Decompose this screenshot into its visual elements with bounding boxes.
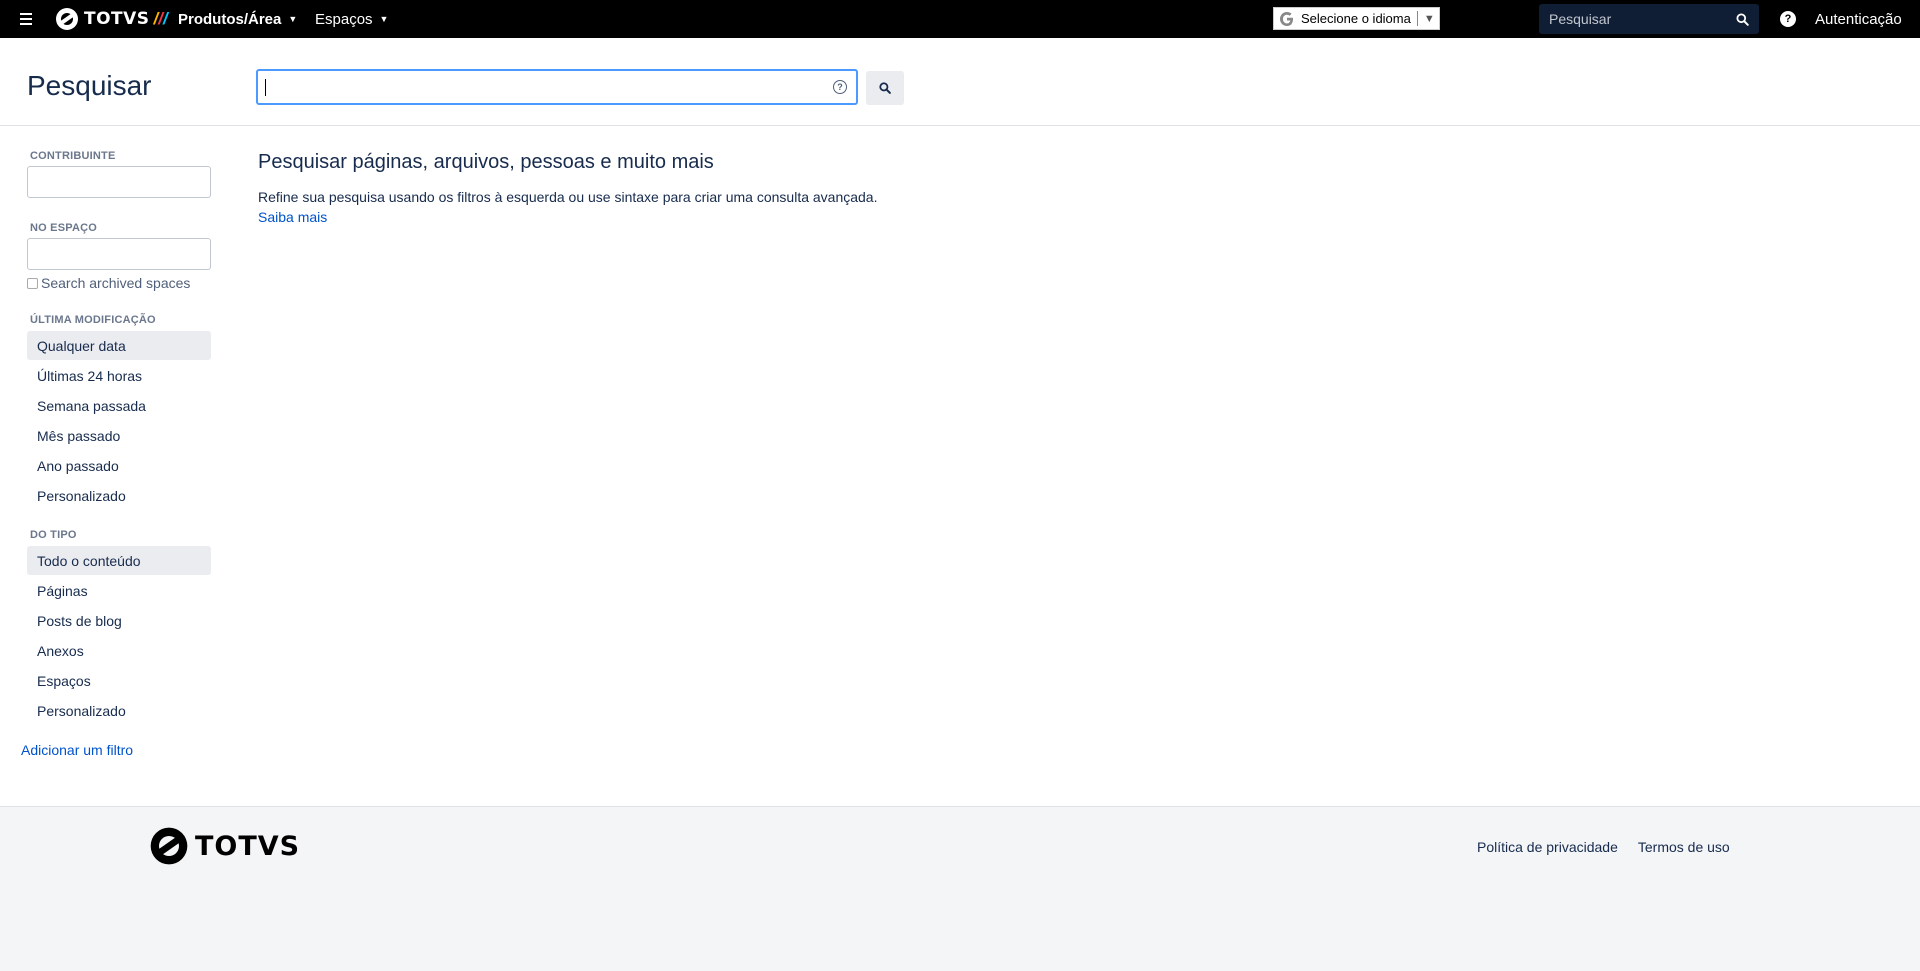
- nav-produtos-area[interactable]: Produtos/Área ▼: [178, 0, 297, 38]
- modified-option-any[interactable]: Qualquer data: [27, 331, 211, 360]
- logo-text: TOTVS: [84, 9, 150, 29]
- text-cursor: [265, 79, 266, 96]
- space-label: NO ESPAÇO: [30, 222, 97, 234]
- archived-spaces-checkbox[interactable]: [27, 277, 38, 289]
- contributor-label: CONTRIBUINTE: [30, 150, 116, 162]
- page-title: Pesquisar: [27, 70, 152, 101]
- footer-logo[interactable]: TOTVS: [149, 826, 300, 866]
- footer-logo-text: TOTVS: [195, 830, 301, 862]
- hamburger-menu-icon[interactable]: [20, 10, 34, 28]
- nav-espacos-label: Espaços: [315, 10, 373, 28]
- google-icon: [1277, 9, 1297, 29]
- content-heading: Pesquisar páginas, arquivos, pessoas e m…: [258, 151, 714, 173]
- question-circle-icon[interactable]: ?: [833, 80, 847, 94]
- modified-option-week[interactable]: Semana passada: [27, 391, 211, 420]
- nav-espacos[interactable]: Espaços ▼: [315, 0, 388, 38]
- type-option-spaces[interactable]: Espaços: [27, 666, 211, 695]
- totvs-logo-icon: [56, 8, 78, 30]
- search-submit-button[interactable]: [866, 71, 904, 105]
- language-selector[interactable]: Selecione o idioma ▼: [1273, 7, 1440, 30]
- main-search-input[interactable]: ?: [256, 69, 858, 105]
- top-search-input[interactable]: [1549, 11, 1736, 27]
- logo-slashes: ///: [153, 9, 168, 28]
- type-option-custom[interactable]: Personalizado: [27, 696, 211, 725]
- contributor-field[interactable]: [27, 166, 211, 198]
- divider: [1416, 11, 1418, 26]
- language-label: Selecione o idioma: [1301, 11, 1411, 26]
- archived-spaces-label: Search archived spaces: [41, 275, 191, 291]
- archived-spaces-row[interactable]: Search archived spaces: [27, 275, 190, 291]
- login-link[interactable]: Autenticação: [1815, 0, 1902, 38]
- chevron-down-icon: ▼: [288, 14, 298, 24]
- footer-links: Política de privacidade Termos de uso: [1477, 839, 1730, 855]
- type-label: DO TIPO: [30, 529, 77, 541]
- learn-more-link[interactable]: Saiba mais: [258, 209, 327, 225]
- nav-produtos-label: Produtos/Área: [178, 10, 282, 28]
- top-navigation-bar: TOTVS /// Produtos/Área ▼ Espaços ▼ Sele…: [0, 0, 1920, 38]
- type-option-attachments[interactable]: Anexos: [27, 636, 211, 665]
- type-option-all[interactable]: Todo o conteúdo: [27, 546, 211, 575]
- terms-of-use-link[interactable]: Termos de uso: [1638, 839, 1730, 855]
- modified-option-custom[interactable]: Personalizado: [27, 481, 211, 510]
- type-option-blog[interactable]: Posts de blog: [27, 606, 211, 635]
- totvs-logo-icon: [150, 827, 188, 865]
- header-divider: [0, 125, 1920, 126]
- modified-option-year[interactable]: Ano passado: [27, 451, 211, 480]
- top-search-box[interactable]: [1539, 4, 1759, 34]
- space-field[interactable]: [27, 238, 211, 270]
- add-filter-link[interactable]: Adicionar um filtro: [21, 742, 133, 758]
- modified-option-month[interactable]: Mês passado: [27, 421, 211, 450]
- search-icon: [879, 82, 891, 94]
- footer: TOTVS Política de privacidade Termos de …: [0, 806, 1920, 971]
- last-modified-label: ÚLTIMA MODIFICAÇÃO: [30, 314, 156, 326]
- privacy-policy-link[interactable]: Política de privacidade: [1477, 839, 1618, 855]
- dropdown-arrow-icon: ▼: [1423, 12, 1435, 25]
- search-icon[interactable]: [1736, 12, 1749, 26]
- content-description: Refine sua pesquisa usando os filtros à …: [258, 189, 878, 205]
- type-option-pages[interactable]: Páginas: [27, 576, 211, 605]
- chevron-down-icon: ▼: [379, 14, 389, 24]
- totvs-logo[interactable]: TOTVS ///: [55, 6, 168, 32]
- help-icon[interactable]: ?: [1780, 11, 1796, 27]
- modified-option-24h[interactable]: Últimas 24 horas: [27, 361, 211, 390]
